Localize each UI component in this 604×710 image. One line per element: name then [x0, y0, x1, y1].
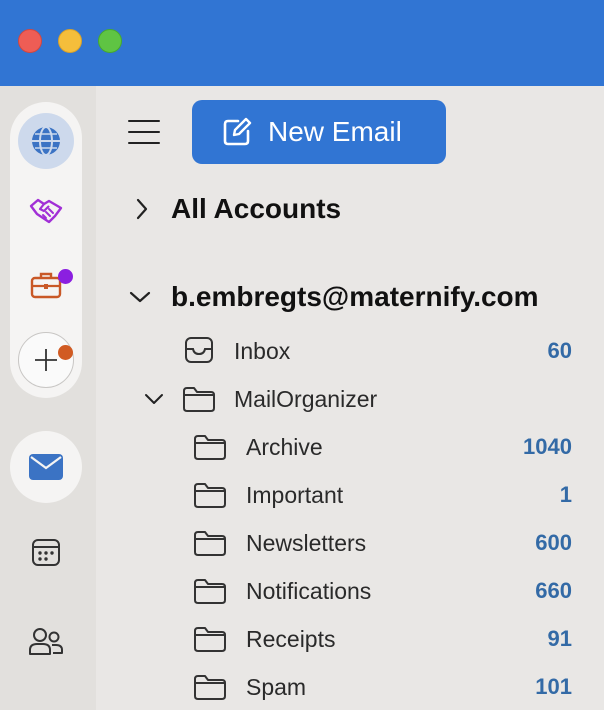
unread-count: 101 — [535, 674, 572, 699]
unread-count: 600 — [535, 530, 572, 555]
menu-icon — [128, 120, 160, 122]
folder-icon — [193, 673, 227, 701]
unread-count: 1040 — [523, 434, 572, 459]
folder-newsletters[interactable]: Newsletters 600 — [96, 520, 604, 566]
all-accounts-label: All Accounts — [171, 193, 342, 224]
maximize-window-button[interactable] — [98, 29, 122, 53]
new-email-label: New Email — [268, 116, 402, 147]
minimize-window-button[interactable] — [58, 29, 82, 53]
folder-icon — [193, 577, 227, 605]
folder-label: Important — [246, 481, 344, 508]
close-window-button[interactable] — [18, 29, 42, 53]
handshake-icon — [29, 198, 63, 224]
people-app-button[interactable] — [18, 613, 74, 669]
folder-icon — [182, 385, 216, 413]
unread-count: 660 — [535, 578, 572, 603]
folder-label: MailOrganizer — [234, 385, 378, 412]
account-switch-work[interactable] — [18, 257, 74, 313]
unread-badge-work — [58, 345, 73, 360]
mail-icon — [29, 454, 63, 480]
folder-label: Notifications — [246, 577, 372, 604]
account-email: b.embregts@maternify.com — [171, 281, 539, 312]
folder-label: Archive — [246, 433, 323, 460]
all-accounts-switch[interactable] — [18, 113, 74, 169]
folder-label: Inbox — [234, 337, 291, 364]
inbox-icon — [184, 336, 218, 364]
people-icon — [29, 628, 63, 655]
chevron-right-icon — [130, 197, 154, 221]
unread-count: 60 — [547, 338, 572, 363]
app-rail — [0, 86, 96, 710]
folder-label: Spam — [246, 673, 307, 700]
folder-important[interactable]: Important 1 — [96, 472, 604, 518]
folder-inbox[interactable]: Inbox 60 — [96, 328, 604, 374]
mail-app-button[interactable] — [10, 431, 82, 503]
unread-count: 1 — [559, 482, 572, 507]
account-switch-handshake[interactable] — [18, 183, 74, 239]
folder-label: Newsletters — [246, 529, 367, 556]
menu-button[interactable] — [126, 116, 162, 148]
chevron-down-icon — [128, 285, 152, 309]
new-email-button[interactable]: New Email — [192, 100, 446, 164]
account-row[interactable]: b.embregts@maternify.com — [96, 274, 604, 320]
folder-receipts[interactable]: Receipts 91 — [96, 616, 604, 662]
all-accounts-row[interactable]: All Accounts — [96, 186, 604, 232]
folder-icon — [193, 529, 227, 557]
folder-icon — [193, 481, 227, 509]
add-account-button[interactable] — [18, 332, 74, 388]
folder-label: Receipts — [246, 625, 336, 652]
plus-icon — [35, 349, 57, 371]
globe-icon — [32, 126, 60, 156]
calendar-icon — [32, 539, 60, 566]
chevron-down-icon — [142, 387, 166, 411]
folder-icon — [193, 625, 227, 653]
folder-notifications[interactable]: Notifications 660 — [96, 568, 604, 614]
calendar-app-button[interactable] — [18, 524, 74, 580]
unread-badge-handshake — [58, 269, 73, 284]
unread-count: 91 — [547, 626, 572, 651]
folder-archive[interactable]: Archive 1040 — [96, 424, 604, 470]
folder-group-mailorganizer[interactable]: MailOrganizer — [96, 376, 604, 422]
compose-icon — [222, 117, 252, 147]
title-bar — [0, 0, 604, 86]
folder-spam[interactable]: Spam 101 — [96, 664, 604, 710]
folder-icon — [193, 433, 227, 461]
